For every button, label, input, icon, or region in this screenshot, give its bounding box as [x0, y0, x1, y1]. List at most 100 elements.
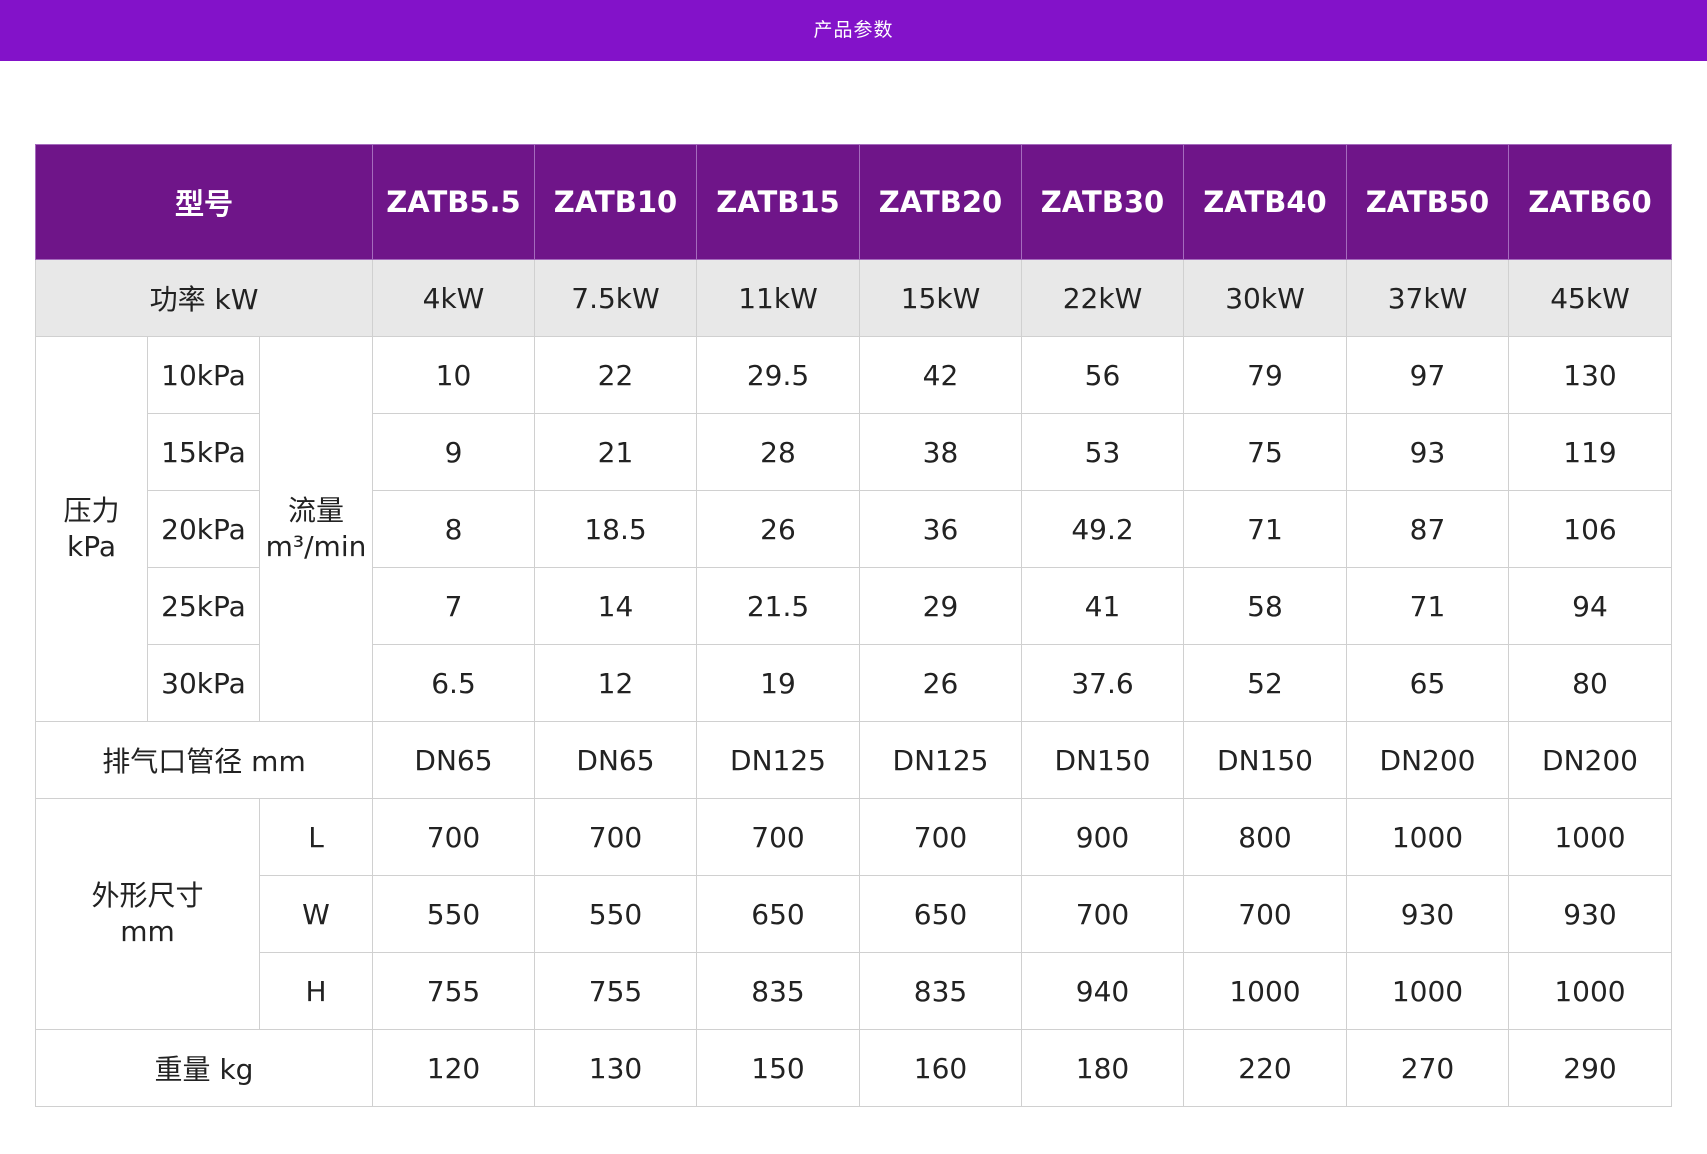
flow-cell: 14: [534, 567, 697, 645]
dimension-axis: H: [259, 952, 373, 1030]
page-header-bar: 产品参数: [0, 0, 1707, 61]
flow-cell: 7: [372, 567, 535, 645]
pressure-row: 压力 kPa 10kPa 流量 m³/min 10 22 29.5 42 56 79 97 130: [35, 336, 1672, 722]
dimension-axis: L: [259, 798, 373, 876]
dimension-cell: 1000: [1508, 798, 1672, 876]
dimension-cell: 700: [1183, 875, 1347, 953]
exhaust-cell: DN65: [534, 721, 697, 799]
page-title: 产品参数: [813, 19, 894, 41]
weight-cell: 150: [696, 1029, 860, 1107]
dimension-cell: 550: [534, 875, 697, 953]
pressure-level: 30kPa: [147, 644, 260, 722]
flow-cell: 37.6: [1021, 644, 1184, 722]
power-cell: 15kW: [859, 259, 1022, 337]
flow-cell: 87: [1346, 490, 1509, 568]
flow-cell: 28: [696, 413, 860, 491]
dimension-cell: 700: [372, 798, 535, 876]
pressure-level: 15kPa: [147, 413, 260, 491]
exhaust-cell: DN150: [1021, 721, 1184, 799]
model-cell: ZATB50: [1346, 144, 1509, 260]
power-row: 功率 kW 4kW 7.5kW 11kW 15kW 22kW 30kW 37kW 45kW: [35, 259, 1672, 337]
pressure-level: 25kPa: [147, 567, 260, 645]
dimension-cell: 550: [372, 875, 535, 953]
dimensions-label-line1: 外形尺寸: [91, 879, 204, 912]
dimension-cell: 755: [534, 952, 697, 1030]
dimensions-label: 外形尺寸 mm: [35, 798, 260, 1030]
flow-cell: 119: [1508, 413, 1672, 491]
power-cell: 4kW: [372, 259, 535, 337]
dimension-cell: 1000: [1346, 952, 1509, 1030]
dimension-cell: 800: [1183, 798, 1347, 876]
flow-cell: 65: [1346, 644, 1509, 722]
dimension-row: H 755 755 835 835 940 1000 1000 1000: [36, 952, 1672, 1030]
weight-cell: 290: [1508, 1029, 1672, 1107]
weight-cell: 120: [372, 1029, 535, 1107]
weight-cell: 130: [534, 1029, 697, 1107]
flow-cell: 93: [1346, 413, 1509, 491]
dimension-cell: 755: [372, 952, 535, 1030]
dimension-cell: 835: [696, 952, 860, 1030]
power-cell: 11kW: [696, 259, 860, 337]
flow-cell: 21: [534, 413, 697, 491]
flow-cell: 71: [1346, 567, 1509, 645]
header-row: 型号 ZATB5.5 ZATB10 ZATB15 ZATB20 ZATB30 ZATB40 Z…: [35, 144, 1672, 260]
model-cell: ZATB30: [1021, 144, 1184, 260]
flow-cell: 94: [1508, 567, 1672, 645]
flow-cell: 42: [859, 336, 1022, 414]
flow-cell: 130: [1508, 336, 1672, 414]
product-spec-table: 型号 ZATB5.5 ZATB10 ZATB15 ZATB20 ZATB30 ZATB40 Z…: [35, 144, 1672, 1107]
pressure-label: 压力 kPa: [35, 336, 148, 722]
dimension-cell: 650: [696, 875, 860, 953]
power-label: 功率 kW: [35, 259, 373, 337]
dimensions-label-line2: mm: [120, 915, 175, 948]
flow-cell: 8: [372, 490, 535, 568]
exhaust-cell: DN200: [1346, 721, 1509, 799]
weight-row: 重量 kg 120 130 150 160 180 220 270 290: [35, 1029, 1672, 1107]
flow-cell: 52: [1183, 644, 1347, 722]
dimension-cell: 700: [859, 798, 1022, 876]
flow-cell: 53: [1021, 413, 1184, 491]
flow-cell: 71: [1183, 490, 1347, 568]
dimension-cell: 650: [859, 875, 1022, 953]
dimension-cell: 835: [859, 952, 1022, 1030]
dimension-cell: 930: [1346, 875, 1509, 953]
dimension-cell: 930: [1508, 875, 1672, 953]
flow-cell: 36: [859, 490, 1022, 568]
flow-cell: 29.5: [696, 336, 860, 414]
dimension-row: 外形尺寸 mm L 700 700 700 700 900 800 1000 1000: [35, 798, 1672, 1030]
exhaust-cell: DN200: [1508, 721, 1672, 799]
flow-cell: 38: [859, 413, 1022, 491]
flow-cell: 26: [859, 644, 1022, 722]
pressure-label-line2: kPa: [67, 530, 116, 563]
dimension-cell: 940: [1021, 952, 1184, 1030]
flow-cell: 19: [696, 644, 860, 722]
power-cell: 45kW: [1508, 259, 1672, 337]
pressure-level: 10kPa: [147, 336, 260, 414]
pressure-label-line1: 压力: [63, 494, 120, 527]
dimension-cell: 700: [696, 798, 860, 876]
flow-cell: 106: [1508, 490, 1672, 568]
exhaust-label: 排气口管径 mm: [35, 721, 373, 799]
flow-cell: 41: [1021, 567, 1184, 645]
power-cell: 30kW: [1183, 259, 1347, 337]
weight-label: 重量 kg: [35, 1029, 373, 1107]
flow-cell: 58: [1183, 567, 1347, 645]
exhaust-cell: DN65: [372, 721, 535, 799]
dimension-axis: W: [259, 875, 373, 953]
power-cell: 37kW: [1346, 259, 1509, 337]
weight-cell: 270: [1346, 1029, 1509, 1107]
flow-cell: 97: [1346, 336, 1509, 414]
model-cell: ZATB60: [1508, 144, 1672, 260]
flow-cell: 18.5: [534, 490, 697, 568]
model-cell: ZATB20: [859, 144, 1022, 260]
dimension-cell: 700: [534, 798, 697, 876]
flow-cell: 56: [1021, 336, 1184, 414]
model-cell: ZATB15: [696, 144, 860, 260]
flow-label-line2: m³/min: [265, 530, 367, 563]
exhaust-cell: DN150: [1183, 721, 1347, 799]
flow-label-line1: 流量: [287, 494, 344, 527]
flow-cell: 80: [1508, 644, 1672, 722]
dimension-cell: 700: [1021, 875, 1184, 953]
dimension-cell: 900: [1021, 798, 1184, 876]
flow-cell: 79: [1183, 336, 1347, 414]
